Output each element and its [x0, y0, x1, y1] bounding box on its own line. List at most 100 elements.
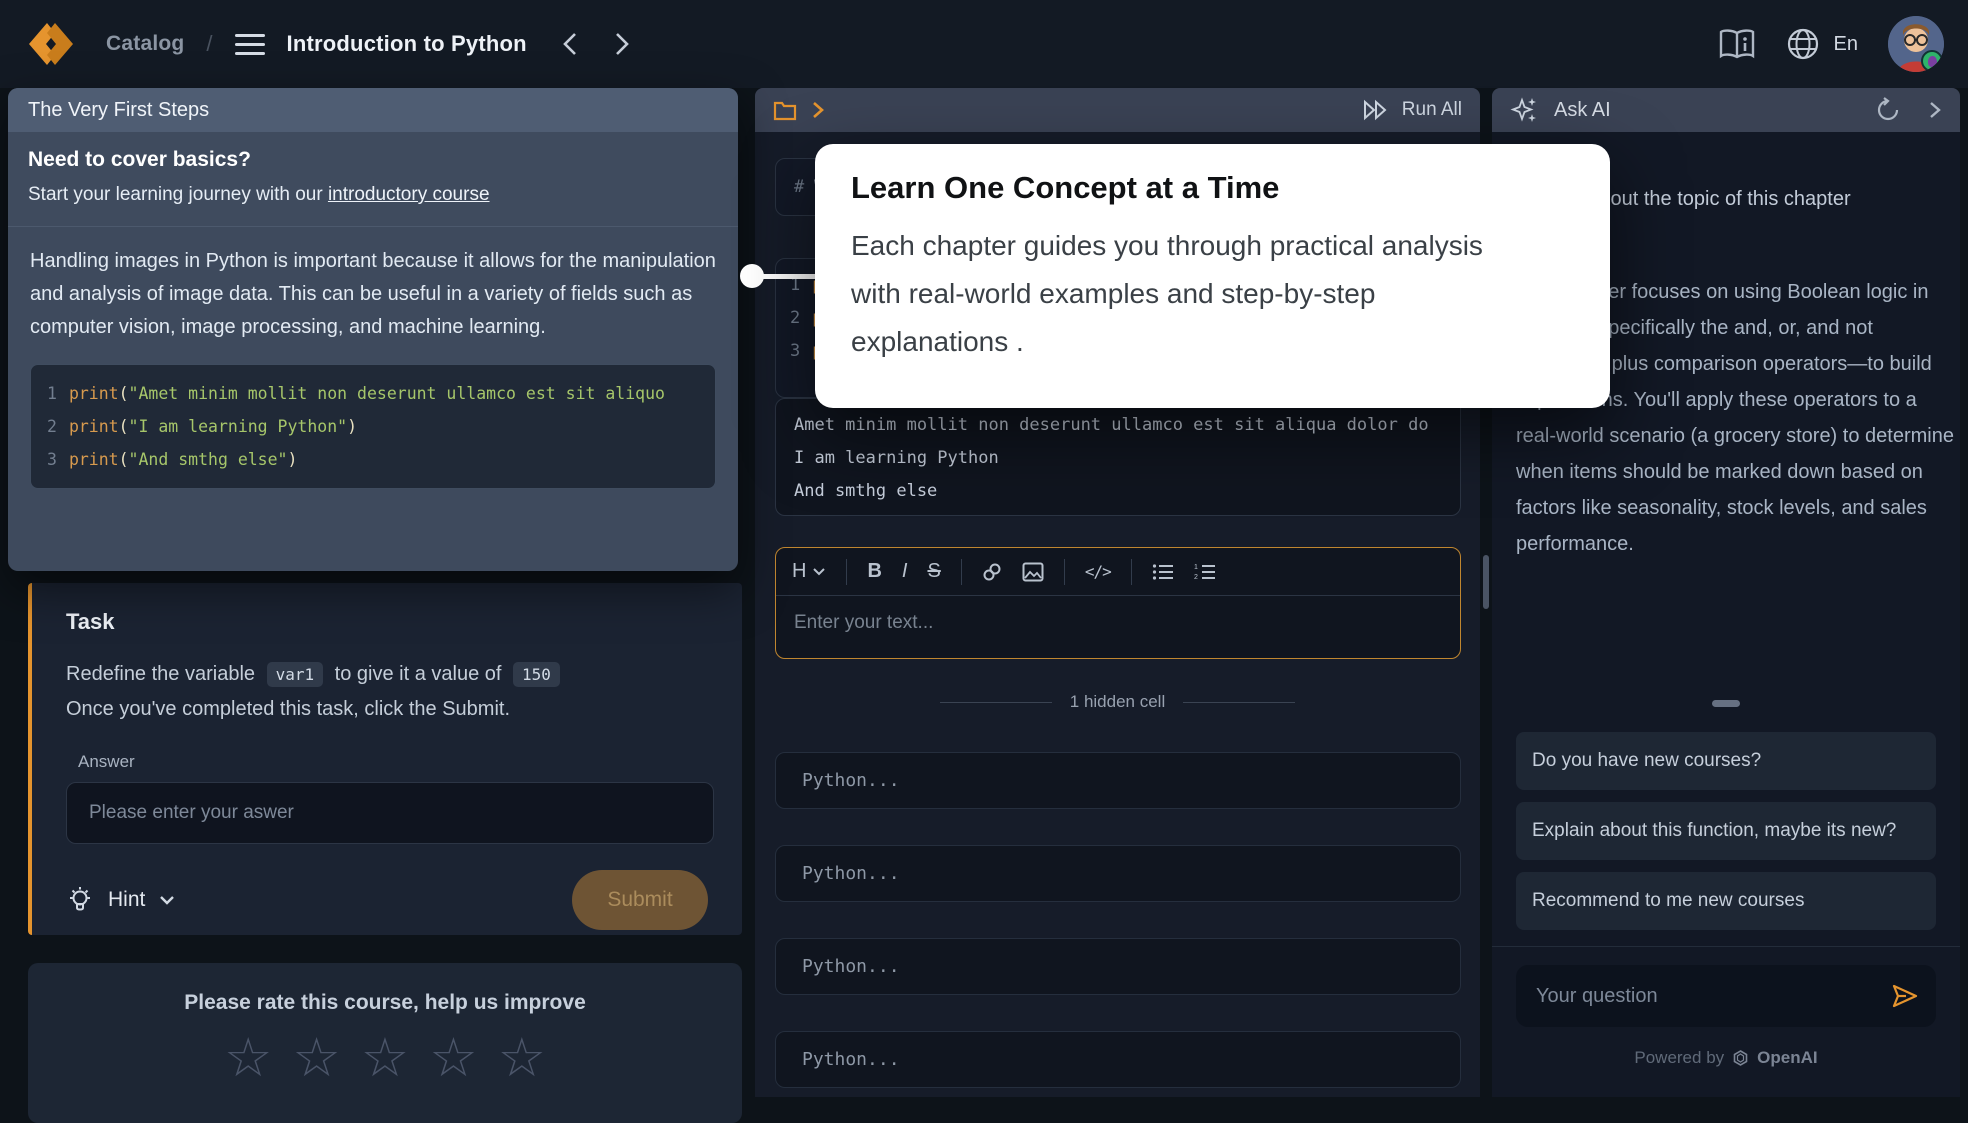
- powered-by-label: Powered by: [1634, 1048, 1724, 1068]
- theory-code-block: 1print("Amet minim mollit non deserunt u…: [30, 364, 716, 489]
- strikethrough-button[interactable]: S: [927, 560, 940, 583]
- answer-label: Answer: [78, 752, 708, 772]
- bullet-list-button[interactable]: [1152, 563, 1174, 581]
- star-icon[interactable]: ☆: [292, 1028, 340, 1088]
- tooltip-title: Learn One Concept at a Time: [851, 170, 1574, 206]
- code-line: 2print("I am learning Python"): [47, 410, 699, 443]
- editor-toolbar: H B I S </>: [776, 548, 1460, 596]
- output-line: Amet minim mollit non deserunt ullamco e…: [794, 409, 1442, 442]
- code-line: 3print("And smthg else"): [47, 443, 699, 476]
- collapse-chevron-icon[interactable]: [1928, 100, 1942, 120]
- handbook-icon[interactable]: [1718, 29, 1756, 59]
- send-icon[interactable]: [1890, 983, 1920, 1009]
- achievement-badge-icon: [1921, 50, 1943, 72]
- star-icon[interactable]: ☆: [224, 1028, 272, 1088]
- python-cell[interactable]: Python...: [775, 752, 1461, 809]
- output-line: And smthg else: [794, 475, 1442, 508]
- tooltip-connector-dot: [740, 264, 764, 288]
- basics-text: Start your learning journey with our: [28, 184, 328, 205]
- numbered-list-icon: 1 2: [1194, 563, 1216, 581]
- svg-text:2: 2: [1194, 574, 1198, 581]
- python-cell[interactable]: Python...: [775, 1031, 1461, 1088]
- run-all-label: Run All: [1402, 99, 1462, 121]
- hidden-cell-divider[interactable]: 1 hidden cell: [755, 691, 1480, 713]
- python-cell[interactable]: Python...: [775, 845, 1461, 902]
- basics-title: Need to cover basics?: [28, 148, 718, 172]
- link-icon: [982, 562, 1002, 582]
- star-rating: ☆ ☆ ☆ ☆ ☆: [28, 1031, 742, 1085]
- basics-callout: Need to cover basics? Start your learnin…: [8, 132, 738, 227]
- run-all-button[interactable]: Run All: [1362, 99, 1462, 121]
- image-button[interactable]: [1022, 562, 1044, 582]
- avatar[interactable]: [1888, 16, 1944, 72]
- suggestion-chip[interactable]: Do you have new courses?: [1516, 732, 1936, 790]
- question-input-wrap: [1516, 965, 1936, 1027]
- run-all-icon: [1362, 99, 1392, 121]
- star-icon[interactable]: ☆: [498, 1028, 546, 1088]
- openai-icon: [1731, 1049, 1750, 1068]
- top-navbar: Catalog / Introduction to Python En: [0, 0, 1968, 88]
- question-input[interactable]: [1536, 985, 1890, 1008]
- rich-text-editor: H B I S </>: [775, 547, 1461, 659]
- hidden-cell-label: 1 hidden cell: [1070, 692, 1165, 712]
- breadcrumb-separator: /: [206, 31, 212, 57]
- bold-button[interactable]: B: [867, 560, 881, 583]
- bulb-icon: [66, 885, 94, 915]
- value-chip: 150: [513, 662, 560, 687]
- star-icon[interactable]: ☆: [429, 1028, 477, 1088]
- expand-chevron-icon[interactable]: [811, 100, 825, 120]
- rate-title: Please rate this course, help us improve: [28, 991, 742, 1015]
- scrollbar-thumb[interactable]: [1483, 555, 1489, 609]
- globe-icon[interactable]: [1786, 27, 1820, 61]
- numbered-list-button[interactable]: 1 2: [1194, 563, 1216, 581]
- openai-label: OpenAI: [1757, 1048, 1817, 1068]
- chevron-down-icon: [159, 895, 175, 905]
- divider: [1492, 946, 1960, 947]
- heading-dropdown[interactable]: H: [792, 560, 826, 583]
- task-text: Redefine the variable: [66, 663, 255, 685]
- hint-button[interactable]: Hint: [66, 885, 175, 915]
- chevron-right-icon[interactable]: [613, 31, 631, 57]
- var-chip: var1: [267, 662, 324, 687]
- breadcrumb-catalog[interactable]: Catalog: [106, 32, 184, 56]
- language-label[interactable]: En: [1834, 33, 1858, 56]
- text-cell-placeholder[interactable]: Enter your text...: [776, 596, 1460, 650]
- task-card: Task Redefine the variable var1 to give …: [28, 583, 742, 935]
- chevron-left-icon[interactable]: [561, 31, 579, 57]
- star-icon[interactable]: ☆: [361, 1028, 409, 1088]
- drag-handle[interactable]: [1712, 700, 1740, 707]
- tour-tooltip: Learn One Concept at a Time Each chapter…: [815, 144, 1610, 408]
- code-line: 1print("Amet minim mollit non deserunt u…: [47, 377, 699, 410]
- python-cell[interactable]: Python...: [775, 938, 1461, 995]
- introductory-course-link[interactable]: introductory course: [328, 184, 490, 205]
- link-button[interactable]: [982, 562, 1002, 582]
- notebook-header: Run All: [755, 88, 1480, 132]
- sparkles-icon: [1510, 96, 1540, 124]
- suggestion-chip[interactable]: Recommend to me new courses: [1516, 872, 1936, 930]
- output-line: I am learning Python: [794, 442, 1442, 475]
- svg-text:1: 1: [1194, 564, 1198, 571]
- hint-label: Hint: [108, 888, 145, 912]
- chevron-down-icon: [812, 567, 826, 576]
- image-icon: [1022, 562, 1044, 582]
- brand-logo-icon[interactable]: [24, 21, 78, 67]
- task-text-2: Once you've completed this task, click t…: [66, 692, 708, 726]
- submit-button[interactable]: Submit: [572, 870, 708, 930]
- chapters-menu-icon[interactable]: [235, 34, 265, 55]
- bullet-list-icon: [1152, 563, 1174, 581]
- answer-input[interactable]: [66, 782, 714, 844]
- ask-ai-header: Ask AI: [1492, 88, 1960, 132]
- italic-button[interactable]: I: [902, 560, 908, 583]
- course-title: Introduction to Python: [287, 31, 527, 57]
- output-cell: Amet minim mollit non deserunt ullamco e…: [775, 398, 1461, 516]
- task-text: to give it a value of: [335, 663, 502, 685]
- reset-icon[interactable]: [1874, 96, 1902, 124]
- lesson-title: The Very First Steps: [8, 88, 738, 132]
- folder-icon[interactable]: [773, 99, 797, 121]
- suggestion-chip[interactable]: Explain about this function, maybe its n…: [1516, 802, 1936, 860]
- code-button[interactable]: </>: [1085, 562, 1111, 581]
- tooltip-body: Each chapter guides you through practica…: [851, 222, 1511, 366]
- theory-paragraph: Handling images in Python is important b…: [8, 227, 738, 352]
- lesson-theory-popover: The Very First Steps Need to cover basic…: [8, 88, 738, 571]
- task-title: Task: [66, 609, 708, 635]
